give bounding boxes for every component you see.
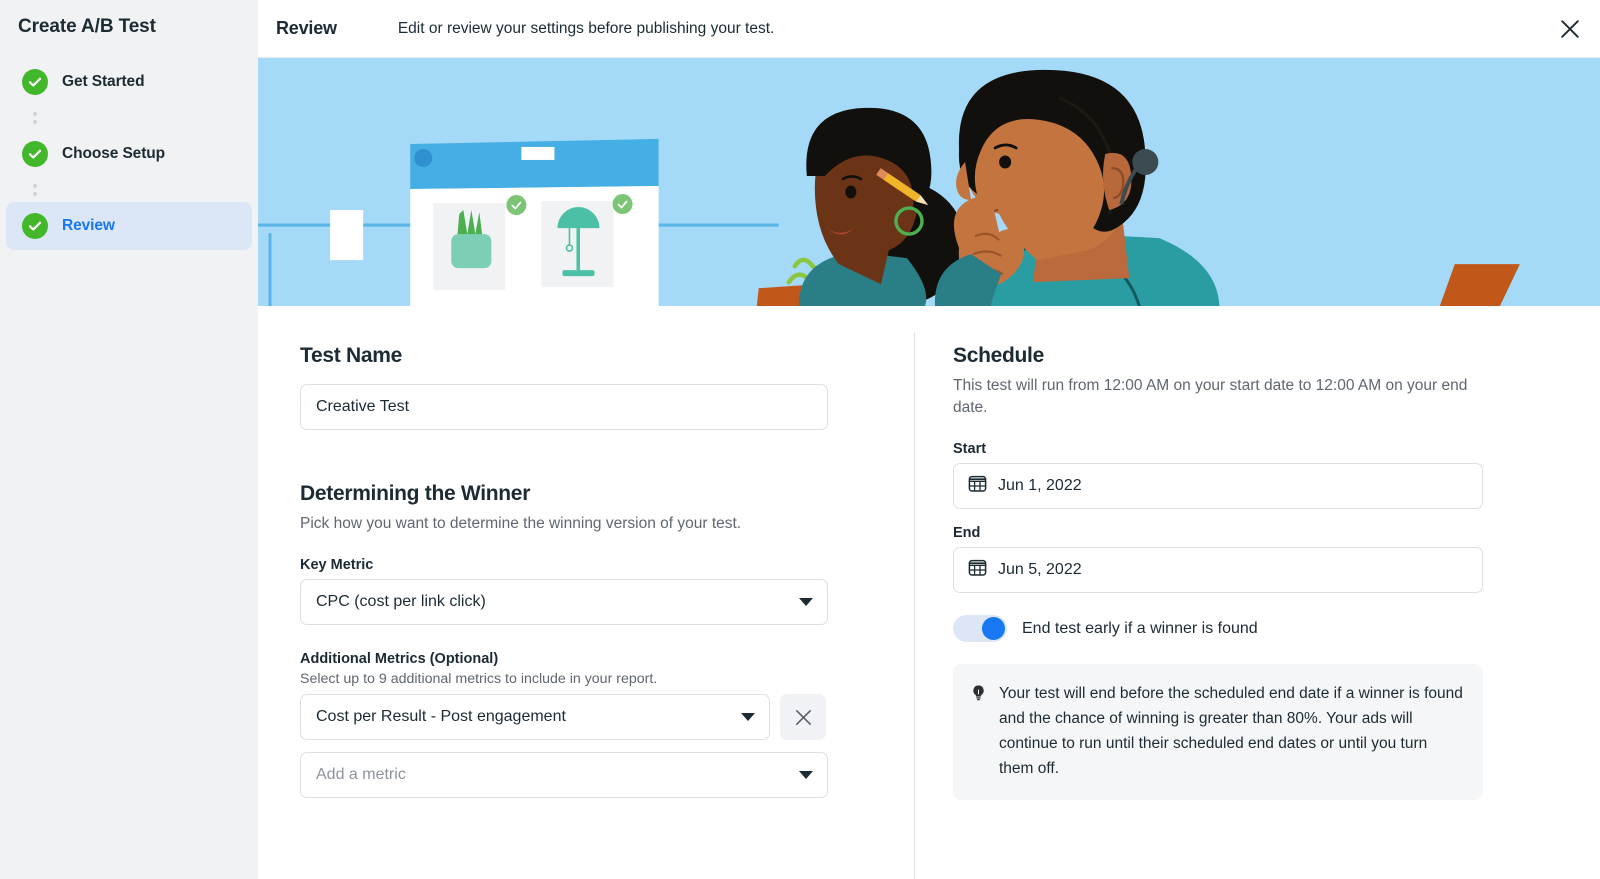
wizard-steps: Get Started Choose Setup Review: [0, 58, 258, 250]
add-metric-placeholder: Add a metric: [316, 766, 406, 783]
sidebar-item-label: Get Started: [62, 73, 145, 90]
chevron-down-icon: [799, 771, 813, 779]
sidebar-item-label: Choose Setup: [62, 145, 166, 162]
start-date-label: Start: [953, 441, 987, 457]
wizard-sidebar: Create A/B Test Get Started Choose Setup: [0, 0, 258, 879]
check-circle-icon: [22, 213, 48, 239]
step-connector: [22, 178, 48, 202]
key-metric-label: Key Metric: [300, 557, 374, 573]
test-name-heading: Test Name: [300, 344, 402, 367]
sidebar-item-label: Review: [62, 217, 115, 234]
header-title: Review: [276, 18, 337, 38]
remove-metric-button[interactable]: [780, 694, 826, 740]
page-title: Create A/B Test: [18, 16, 156, 37]
main-panel: Review Edit or review your settings befo…: [258, 0, 1600, 879]
ab-test-wizard: Create A/B Test Get Started Choose Setup: [0, 0, 1600, 879]
test-name-input[interactable]: Creative Test: [300, 384, 828, 430]
review-content: Test Name Creative Test Determining the …: [258, 306, 1600, 879]
close-icon: [795, 709, 811, 725]
step-connector: [22, 106, 48, 130]
determining-winner-description: Pick how you want to determine the winni…: [300, 515, 742, 532]
header-subtitle: Edit or review your settings before publ…: [397, 19, 775, 37]
right-column: Schedule This test will run from 12:00 A…: [915, 306, 1600, 879]
dialog-header: Review Edit or review your settings befo…: [258, 0, 1600, 58]
add-metric-select[interactable]: Add a metric: [300, 752, 828, 798]
hero-illustration-art: [258, 58, 1600, 306]
hero-illustration: [258, 58, 1600, 306]
toggle-knob: [982, 617, 1005, 640]
left-column: Test Name Creative Test Determining the …: [258, 306, 914, 879]
start-date-input[interactable]: Jun 1, 2022: [953, 463, 1483, 509]
end-date-input[interactable]: Jun 5, 2022: [953, 547, 1483, 593]
check-circle-icon: [22, 141, 48, 167]
key-metric-select[interactable]: CPC (cost per link click): [300, 579, 828, 625]
end-date-value: Jun 5, 2022: [998, 561, 1082, 578]
close-icon[interactable]: [1554, 13, 1586, 45]
end-date-label: End: [953, 525, 981, 541]
determining-winner-heading: Determining the Winner: [300, 482, 531, 505]
check-circle-icon: [22, 69, 48, 95]
sidebar-item-review[interactable]: Review: [6, 202, 252, 250]
calendar-icon: [968, 558, 987, 582]
schedule-description: This test will run from 12:00 AM on your…: [953, 377, 1468, 416]
tip-text: Your test will end before the scheduled …: [999, 685, 1463, 778]
calendar-icon: [968, 474, 987, 498]
end-test-early-row: End test early if a winner is found: [953, 615, 1600, 642]
schedule-heading: Schedule: [953, 344, 1044, 367]
additional-metric-row: Cost per Result - Post engagement: [300, 694, 914, 740]
additional-metric-value: Cost per Result - Post engagement: [316, 708, 566, 725]
end-test-early-toggle[interactable]: [953, 615, 1007, 642]
test-name-value: Creative Test: [316, 398, 410, 415]
tip-callout: Your test will end before the scheduled …: [953, 664, 1483, 801]
additional-metrics-label: Additional Metrics (Optional): [300, 651, 499, 667]
end-test-early-label: End test early if a winner is found: [1022, 619, 1258, 637]
chevron-down-icon: [799, 598, 813, 606]
sidebar-item-get-started[interactable]: Get Started: [6, 58, 252, 106]
chevron-down-icon: [741, 713, 755, 721]
sidebar-item-choose-setup[interactable]: Choose Setup: [6, 130, 252, 178]
start-date-value: Jun 1, 2022: [998, 477, 1082, 494]
key-metric-value: CPC (cost per link click): [316, 593, 486, 610]
additional-metric-select[interactable]: Cost per Result - Post engagement: [300, 694, 770, 740]
lightbulb-icon: [970, 681, 988, 781]
additional-metrics-sub: Select up to 9 additional metrics to inc…: [300, 671, 658, 687]
